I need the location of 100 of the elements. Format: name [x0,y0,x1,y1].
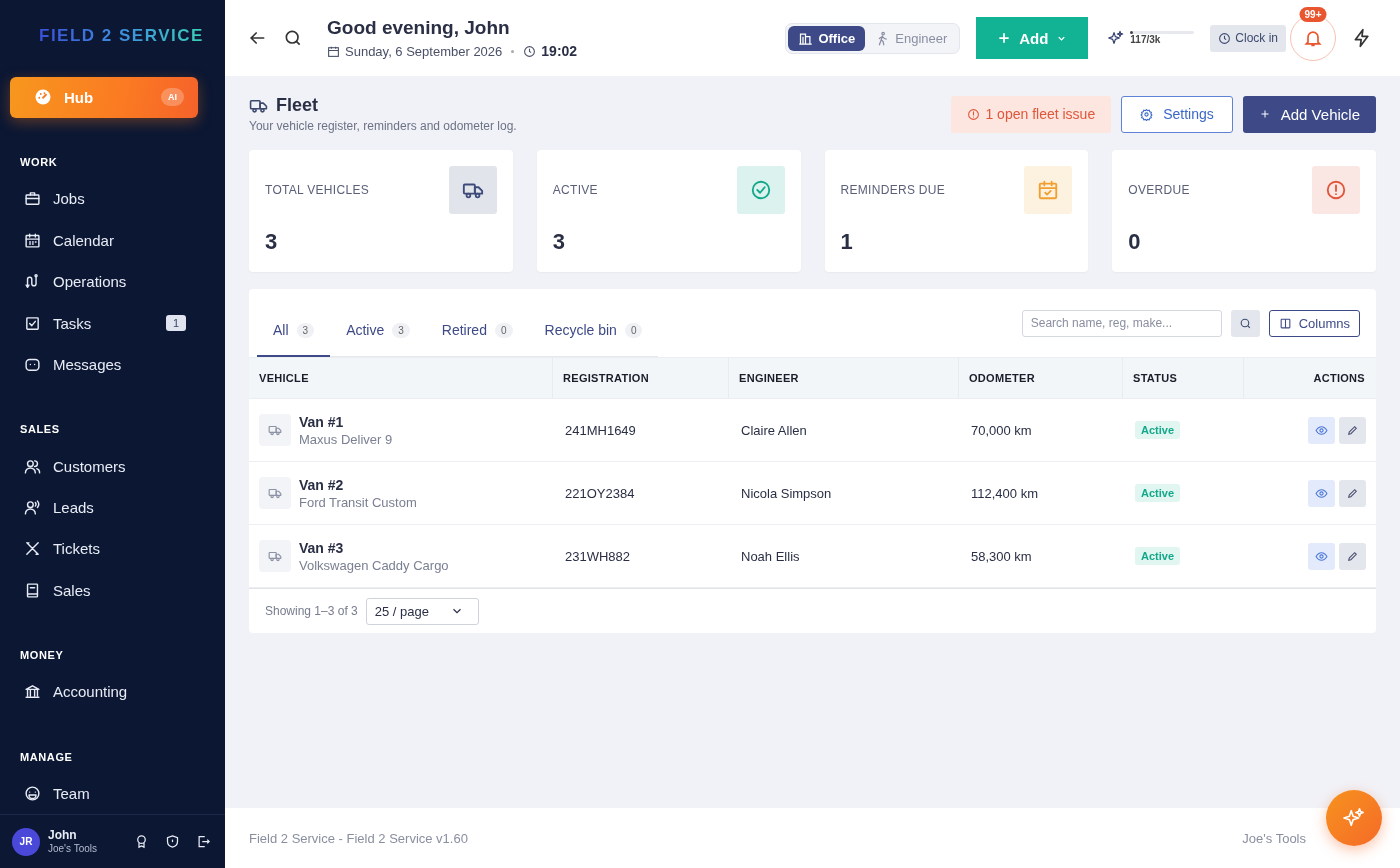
eye-icon [1315,423,1328,437]
truck-icon [268,549,282,563]
table-cell: 112,400 km [971,485,1038,501]
count-badge: 1 [165,315,186,332]
vehicle-model: Volkswagen Caddy Cargo [299,557,449,573]
table-cell: Noah Ellis [741,548,800,564]
stat-value: 3 [265,229,279,255]
sidebar-item[interactable]: Sales [0,569,225,612]
building-icon [798,30,814,46]
settings-button[interactable]: Settings [1121,95,1233,133]
clock-icon [1218,31,1232,45]
sparkle-icon [1108,30,1125,46]
logout-icon[interactable] [196,834,211,850]
calendar-check-icon [1037,179,1060,201]
status-badge: Active [1135,547,1181,565]
sidebar-item[interactable]: Accounting [0,671,225,713]
lightning-icon[interactable] [1352,28,1372,48]
smiley-icon [24,784,41,802]
table-cell: 58,300 km [971,548,1032,564]
sidebar-item[interactable]: Customers [0,445,225,487]
check-circle-icon [749,179,772,201]
chat-icon [24,356,41,374]
alert-icon [967,107,981,121]
truck-icon [268,423,282,437]
calendar-icon [327,44,340,58]
sidebar-item[interactable]: Leads [0,486,225,529]
edit-button[interactable] [1339,542,1366,570]
footer-version: Field 2 Service - Field 2 Service v1.60 [249,830,468,846]
view-button[interactable] [1308,479,1335,507]
sidebar-item[interactable]: Messages [0,343,225,386]
ai-badge: AI [161,88,184,107]
status-badge: Active [1135,421,1181,439]
column-header: ACTIONS [1313,372,1365,384]
sidebar-item[interactable]: Tickets [0,528,225,570]
view-button[interactable] [1308,416,1335,444]
pencil-icon [1346,423,1359,437]
search-field[interactable]: Search name, reg, make... [1021,309,1222,337]
sidebar-item[interactable]: Team [0,772,225,815]
table-cell: 221OY2384 [565,485,635,501]
users-icon [24,457,41,475]
filter-tab[interactable]: Retired 0 [425,305,529,357]
pagination-summary: Showing 1–3 of 3 [265,604,358,618]
page-size-select[interactable]: 25 / page [365,597,479,625]
filter-tab[interactable]: Recycle bin 0 [528,305,659,357]
user-signal-icon [24,499,41,516]
status-badge: Active [1135,484,1181,502]
table-cell: 231WH882 [565,548,631,564]
column-header: ODOMETER [969,372,1035,384]
stat-value: 1 [840,229,854,255]
ai-assistant-button[interactable] [1326,790,1382,846]
book-icon [24,581,41,599]
sidebar-item[interactable]: Operations [0,260,225,303]
sparkle-icon [1343,807,1365,829]
avatar: JR [12,827,40,856]
sidebar-item[interactable]: Jobs [0,177,225,220]
vehicle-name: Van #3 [299,539,345,556]
notification-count: 99+ [1299,7,1327,22]
greeting: Good evening, John [327,17,511,39]
add-vehicle-button[interactable]: Add Vehicle [1242,95,1376,133]
sidebar-item[interactable]: Calendar [0,219,225,261]
view-button[interactable] [1308,542,1335,570]
route-icon [24,273,41,291]
settings-icon [1140,107,1154,121]
truck-icon [268,486,282,500]
section-heading: SALES [20,423,61,436]
clock-icon [523,44,537,58]
shield-icon[interactable] [165,834,180,850]
usage-reading: 117/3k [1130,34,1162,45]
alert-icon [1325,179,1347,201]
filter-tab[interactable]: Active 3 [330,305,426,357]
section-heading: WORK [20,155,59,168]
section-heading: MANAGE [20,750,74,763]
plus-icon [997,31,1012,45]
mode-toggle[interactable]: Office [788,25,866,51]
date-text: Sunday, 6 September 2026 [345,43,503,59]
edit-button[interactable] [1339,479,1366,507]
stat-value: 0 [1128,229,1142,255]
stat-value: 3 [552,229,566,255]
search-icon [1238,316,1252,330]
vehicle-model: Maxus Deliver 9 [299,431,393,447]
clock-in-button[interactable]: Clock in [1210,24,1286,52]
page-subtitle: Your vehicle register, reminders and odometer log. [249,119,517,133]
calendar-icon [24,231,41,249]
page-title: Fleet [276,95,318,116]
search-icon[interactable] [283,28,303,48]
bank-icon [24,683,41,701]
award-icon[interactable] [134,834,149,850]
column-header: ENGINEER [739,372,799,384]
edit-button[interactable] [1339,416,1366,444]
sidebar-item[interactable]: Tasks 1 [0,302,225,344]
column-header: VEHICLE [259,372,309,384]
stat-label: OVERDUE [1128,183,1191,197]
eye-icon [1315,549,1328,563]
table-cell: 241MH1649 [565,422,636,438]
footer-company: Joe's Tools [1242,830,1306,846]
briefcase-icon [24,190,41,208]
columns-button[interactable]: Columns [1268,309,1360,337]
table-cell: Nicola Simpson [741,485,832,501]
search-button[interactable] [1230,309,1260,337]
bell-icon [1303,28,1323,48]
